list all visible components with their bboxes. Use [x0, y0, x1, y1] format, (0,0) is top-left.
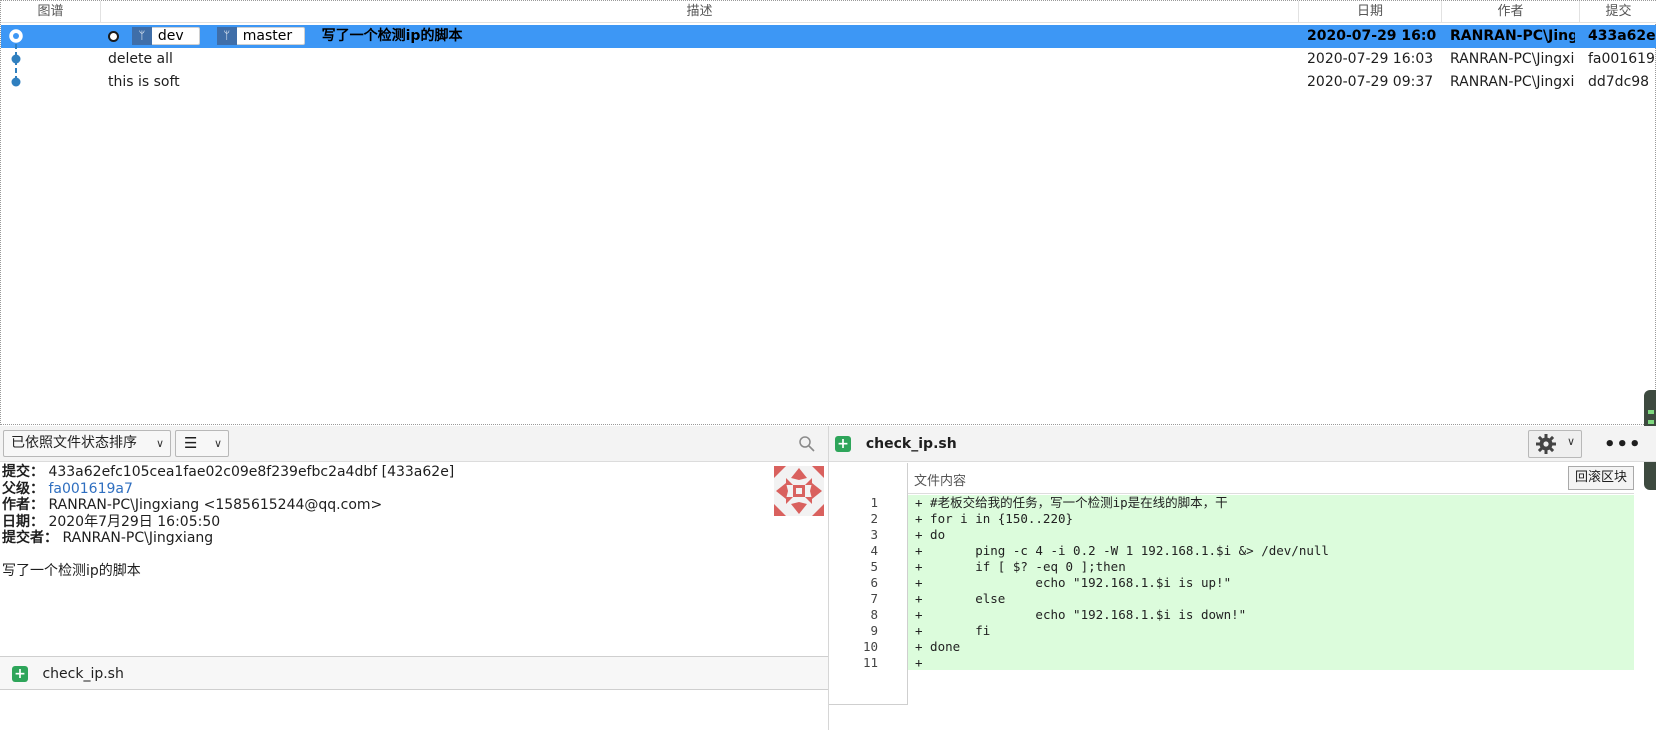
- branch-tag-master[interactable]: ᛘ master: [216, 27, 305, 45]
- line-number: 7: [870, 591, 878, 606]
- commit-detail-date: 日期： 2020年7月29日 16:05:50: [2, 513, 221, 530]
- history-header: 图谱 描述 日期 作者 提交: [1, 1, 1656, 23]
- branch-tag-dev[interactable]: ᛘ dev: [131, 27, 200, 45]
- code-line-added: + ping -c 4 -i 0.2 -W 1 192.168.1.$i &> …: [915, 543, 1329, 558]
- commit-detail-hash: 提交： 433a62efc105cea1fae02c09e8f239efbc2a…: [2, 464, 455, 480]
- commit-date: 2020-07-29 16:03: [1307, 51, 1434, 67]
- revert-hunk-button[interactable]: 回滚区块: [1568, 466, 1634, 490]
- author-value: RANRAN-PC\Jingxiang <1585615244@qq.com>: [48, 497, 383, 513]
- line-number: 10: [862, 639, 878, 654]
- history-panel: 图谱 描述 日期 作者 提交 ᛘ dev ᛘ master 写了一个检测ip的脚…: [0, 0, 1656, 425]
- diff-settings-button[interactable]: ∨: [1528, 430, 1582, 458]
- commit-hash: fa001619: [1588, 51, 1655, 67]
- list-item[interactable]: + check_ip.sh: [12, 664, 124, 684]
- diff-header: + check_ip.sh ∨ •••: [829, 426, 1656, 462]
- code-line-added: + fi: [915, 623, 991, 638]
- line-number: 8: [870, 607, 878, 622]
- line-number: 6: [870, 575, 878, 590]
- parent-commit-link[interactable]: fa001619a7: [48, 481, 132, 497]
- head-indicator-icon: [108, 30, 119, 42]
- commit-detail-parent: 父级： fa001619a7: [2, 480, 133, 497]
- commit-date: 2020-07-29 16:05: [1307, 28, 1437, 44]
- commit-detail-committer: 提交者： RANRAN-PC\Jingxiang: [2, 530, 214, 546]
- code-line-added: + do: [915, 527, 946, 542]
- file-toolbar: 已依照文件状态排序 ∨ ☰ ∨: [0, 426, 828, 462]
- code-line-added: + else: [915, 591, 1006, 606]
- commit-row[interactable]: delete all 2020-07-29 16:03 RANRAN-PC\Ji…: [1, 48, 1656, 71]
- commit-hash: dd7dc98: [1588, 74, 1650, 90]
- file-name: check_ip.sh: [42, 666, 124, 682]
- search-icon[interactable]: [798, 435, 816, 453]
- diff-hunk-header: 文件内容 回滚区块: [908, 463, 1634, 494]
- file-added-icon: +: [835, 436, 851, 452]
- line-number: 3: [870, 527, 878, 542]
- branch-tag-label: master: [242, 28, 293, 44]
- column-header-graph[interactable]: 图谱: [1, 1, 101, 23]
- commit-date: 2020-07-29 09:37: [1307, 74, 1434, 90]
- graph-node[interactable]: [11, 54, 21, 64]
- list-icon: ☰: [184, 434, 198, 452]
- code-line-added: + #老板交给我的任务，写一个检测ip是在线的脚本，干: [915, 495, 1228, 510]
- commit-author: RANRAN-PC\Jingxiang: [1450, 28, 1575, 44]
- line-number: 1: [870, 495, 878, 510]
- code-line-added: + echo "192.168.1.$i is up!": [915, 575, 1232, 590]
- commit-author: RANRAN-PC\Jingxiang: [1450, 74, 1575, 90]
- column-header-commit[interactable]: 提交: [1580, 1, 1656, 23]
- column-header-author[interactable]: 作者: [1442, 1, 1580, 23]
- commit-details: 提交： 433a62efc105cea1fae02c09e8f239efbc2a…: [2, 464, 762, 579]
- line-number: 4: [870, 543, 878, 558]
- graph-node-current-inner: [13, 33, 19, 39]
- commit-message: 写了一个检测ip的脚本: [321, 28, 463, 44]
- graph-node[interactable]: [11, 77, 21, 87]
- committer-value: RANRAN-PC\Jingxiang: [62, 530, 214, 546]
- chevron-down-icon: ∨: [1566, 435, 1575, 448]
- commit-detail-author: 作者： RANRAN-PC\Jingxiang <1585615244@qq.c…: [2, 497, 383, 513]
- column-header-description[interactable]: 描述: [101, 1, 1299, 23]
- changed-files-list: + check_ip.sh: [0, 656, 828, 690]
- sort-dropdown-label: 已依照文件状态排序: [11, 435, 137, 451]
- diff-code-view[interactable]: + #老板交给我的任务，写一个检测ip是在线的脚本，干 + for i in {…: [908, 495, 1634, 670]
- scroll-mark: [1648, 410, 1654, 414]
- commit-description-cell: ᛘ dev ᛘ master 写了一个检测ip的脚本: [108, 25, 1288, 48]
- commit-detail-message: 写了一个检测ip的脚本: [2, 562, 141, 579]
- diff-file-title: + check_ip.sh: [835, 434, 957, 454]
- commit-full-hash: 433a62efc105cea1fae02c09e8f239efbc2a4dbf…: [48, 464, 455, 480]
- date-value: 2020年7月29日 16:05:50: [48, 513, 221, 530]
- avatar: [774, 466, 824, 516]
- chevron-down-icon: ∨: [155, 437, 164, 450]
- branch-tag-label: dev: [157, 28, 184, 44]
- branch-icon: ᛘ: [131, 27, 152, 45]
- commit-message: delete all: [108, 51, 173, 67]
- line-number: 5: [870, 559, 878, 574]
- view-mode-dropdown[interactable]: ☰ ∨: [175, 430, 229, 457]
- diff-file-name: check_ip.sh: [865, 436, 957, 452]
- code-line-added: + done: [915, 639, 961, 654]
- more-options-icon[interactable]: •••: [1604, 434, 1642, 455]
- branch-icon: ᛘ: [216, 27, 237, 45]
- code-line-added: + if [ $? -eq 0 ];then: [915, 559, 1126, 574]
- line-number: 11: [862, 655, 878, 670]
- scroll-mark: [1648, 420, 1654, 424]
- code-line-added: +: [915, 655, 931, 670]
- code-line-added: + for i in {150..220}: [915, 511, 1074, 526]
- commit-message: this is soft: [108, 74, 180, 90]
- commit-row[interactable]: ᛘ dev ᛘ master 写了一个检测ip的脚本 2020-07-29 16…: [1, 25, 1656, 48]
- hunk-label: 文件内容: [914, 474, 967, 489]
- commit-row[interactable]: this is soft 2020-07-29 09:37 RANRAN-PC\…: [1, 71, 1656, 94]
- file-added-icon: +: [12, 666, 28, 682]
- commit-graph: [9, 29, 23, 87]
- column-header-date[interactable]: 日期: [1299, 1, 1442, 23]
- commit-hash: 433a62e: [1588, 28, 1656, 44]
- chevron-down-icon: ∨: [213, 437, 222, 450]
- line-number: 9: [870, 623, 878, 638]
- line-number: 2: [870, 511, 878, 526]
- commit-author: RANRAN-PC\Jingxiang: [1450, 51, 1575, 67]
- code-line-added: + echo "192.168.1.$i is down!": [915, 607, 1247, 622]
- gear-icon: [1536, 434, 1556, 454]
- sort-dropdown[interactable]: 已依照文件状态排序 ∨: [3, 430, 171, 457]
